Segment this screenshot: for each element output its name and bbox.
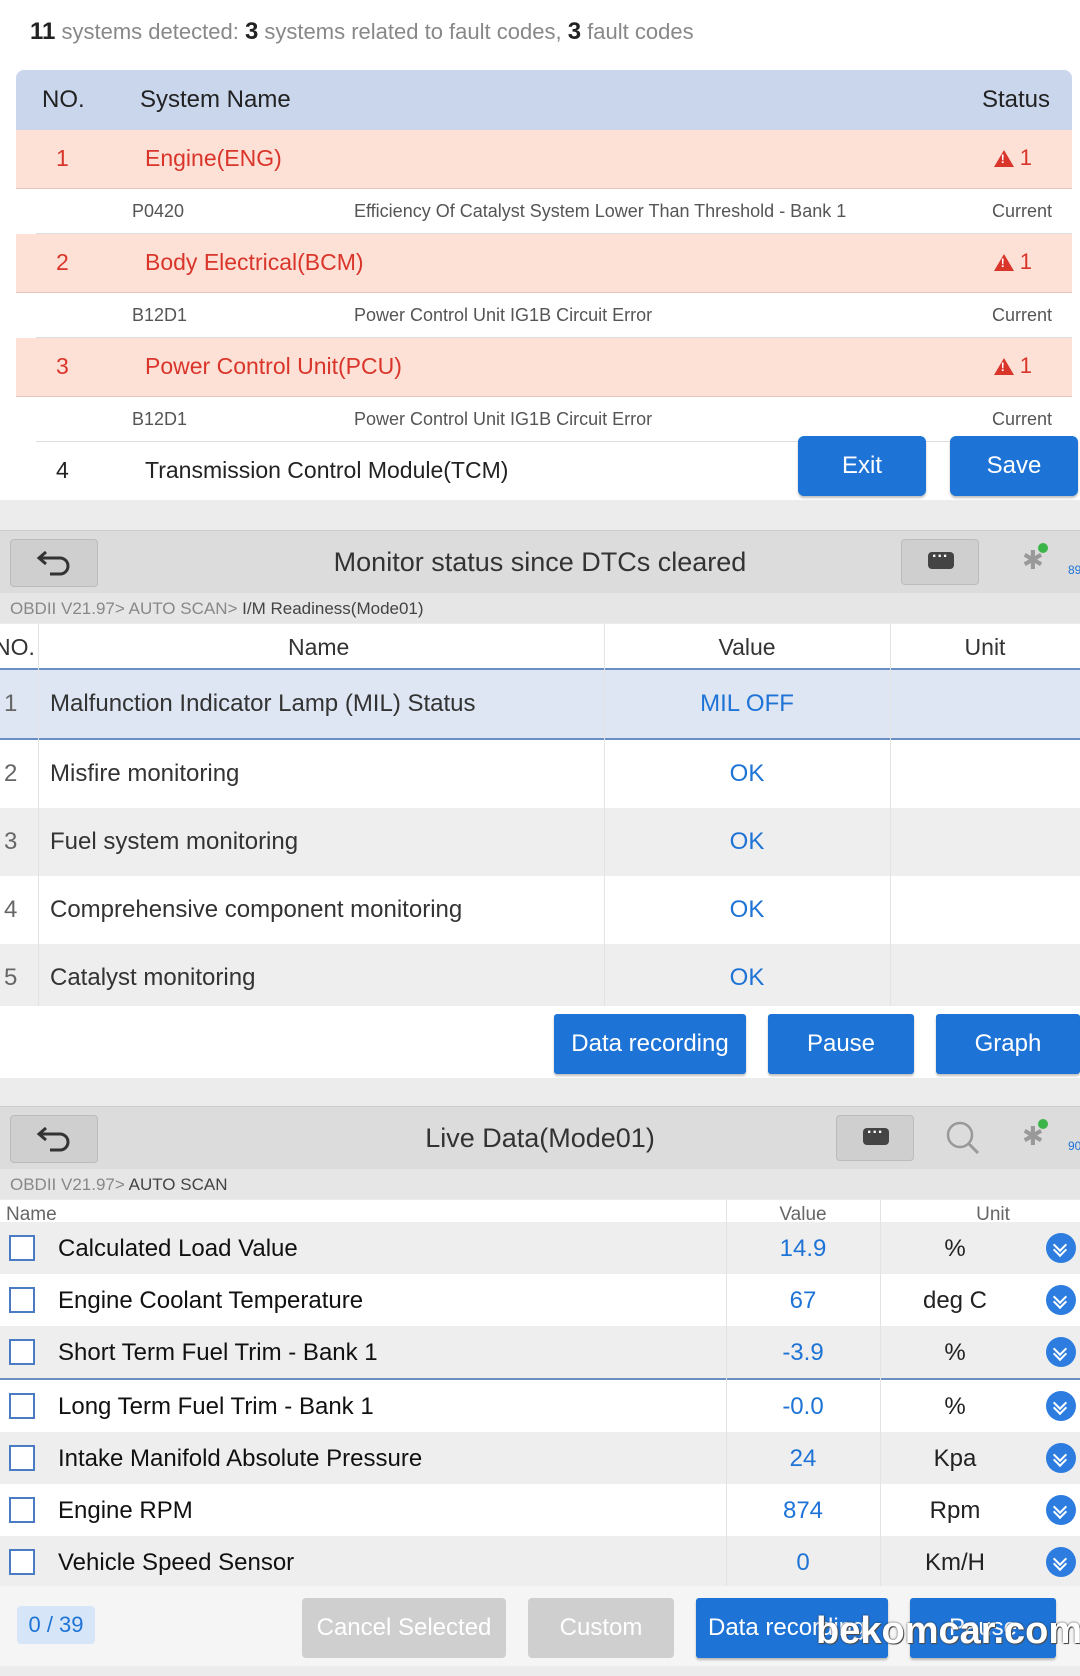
fault-description: Power Control Unit IG1B Circuit Error	[354, 409, 653, 429]
list-item[interactable]: Short Term Fuel Trim - Bank 1 -3.9%	[0, 1326, 1080, 1380]
system-row[interactable]: 1 Engine(ENG) 1	[16, 130, 1072, 189]
exit-button[interactable]: Exit	[798, 436, 926, 496]
row-checkbox[interactable]	[9, 1287, 35, 1313]
list-item[interactable]: Intake Manifold Absolute Pressure 24 Kpa	[0, 1432, 1080, 1484]
status-badge: 1	[993, 353, 1032, 379]
list-item[interactable]: Engine RPM 874 Rpm	[0, 1484, 1080, 1536]
monitor-action-bar: Data recording Pause Graph	[0, 1006, 1080, 1078]
table-row[interactable]: 3 Fuel system monitoring OK	[0, 808, 1080, 876]
scan-summary: 11 systems detected: 3 systems related t…	[30, 18, 694, 45]
system-name: Power Control Unit(PCU)	[145, 353, 402, 379]
system-scan-panel: 11 systems detected: 3 systems related t…	[0, 0, 1080, 500]
fault-state: Current	[991, 409, 1052, 429]
status-badge: 1	[993, 145, 1032, 171]
table-row[interactable]: 1 Malfunction Indicator Lamp (MIL) Status…	[0, 670, 1080, 740]
expand-chevron-icon[interactable]	[1046, 1391, 1076, 1421]
expand-chevron-icon[interactable]	[1046, 1337, 1076, 1367]
row-value: 0	[796, 1549, 810, 1576]
page-title: Live Data(Mode01)	[425, 1123, 655, 1153]
fault-code-row[interactable]: P0420 Efficiency Of Catalyst System Lowe…	[36, 189, 1072, 234]
header-status: Status	[981, 86, 1050, 113]
battery-level: 89	[1068, 563, 1080, 577]
row-value: OK	[729, 760, 765, 787]
graph-button[interactable]: Graph	[936, 1014, 1080, 1074]
list-item[interactable]: Calculated Load Value 14.9%	[0, 1222, 1080, 1274]
monitor-table-header: NO. Name Value Unit	[0, 624, 1080, 670]
save-button[interactable]: Save	[950, 436, 1078, 496]
message-button[interactable]	[901, 539, 979, 585]
row-checkbox[interactable]	[9, 1549, 35, 1575]
row-checkbox[interactable]	[9, 1497, 35, 1523]
system-row[interactable]: 2 Body Electrical(BCM) 1	[16, 234, 1072, 293]
header-no: NO.	[42, 86, 85, 113]
row-checkbox[interactable]	[9, 1445, 35, 1471]
system-name: Body Electrical(BCM)	[145, 249, 364, 275]
table-row[interactable]: 2 Misfire monitoring OK	[0, 740, 1080, 808]
fault-description: Power Control Unit IG1B Circuit Error	[354, 305, 653, 325]
row-value: OK	[729, 964, 765, 991]
selection-counter: 0 / 39	[17, 1606, 95, 1644]
expand-chevron-icon[interactable]	[1046, 1495, 1076, 1525]
system-row[interactable]: 3 Power Control Unit(PCU) 1	[16, 338, 1072, 397]
watermark: bekomcar.com	[816, 1610, 1080, 1652]
table-row[interactable]: 4 Comprehensive component monitoring OK	[0, 876, 1080, 944]
cancel-selected-button[interactable]: Cancel Selected	[302, 1598, 506, 1658]
list-item[interactable]: Long Term Fuel Trim - Bank 1 -0.0%	[0, 1380, 1080, 1434]
row-checkbox[interactable]	[9, 1393, 35, 1419]
systems-table-header: NO. System Name Status	[16, 70, 1072, 130]
header-system-name: System Name	[140, 86, 291, 113]
live-data-header-bar: Live Data(Mode01) ✱ 90	[0, 1106, 1080, 1170]
fault-code: P0420	[132, 201, 185, 221]
search-icon[interactable]	[944, 1119, 982, 1157]
warning-icon	[993, 253, 1014, 271]
chat-icon	[863, 1120, 889, 1145]
expand-chevron-icon[interactable]	[1046, 1285, 1076, 1315]
fault-code: B12D1	[132, 409, 188, 429]
warning-icon	[993, 149, 1014, 167]
status-badge: 1	[993, 249, 1032, 275]
system-name: Engine(ENG)	[145, 145, 282, 171]
row-value: 14.9	[779, 1235, 827, 1262]
table-row[interactable]: 5 Catalyst monitoring OK	[0, 944, 1080, 1012]
battery-level: 90	[1068, 1139, 1080, 1153]
custom-button[interactable]: Custom	[528, 1598, 674, 1658]
list-item[interactable]: Engine Coolant Temperature 67 deg C	[0, 1274, 1080, 1326]
row-value: MIL OFF	[700, 690, 794, 717]
expand-chevron-icon[interactable]	[1046, 1443, 1076, 1473]
row-value: 874	[782, 1497, 824, 1524]
chat-icon	[928, 544, 954, 569]
breadcrumb: OBDII V21.97> AUTO SCAN> I/M Readiness(M…	[0, 593, 1080, 623]
list-item[interactable]: Vehicle Speed Sensor 0 Km/H	[0, 1536, 1080, 1588]
row-value: OK	[729, 828, 765, 855]
row-value: 24	[789, 1445, 817, 1472]
row-checkbox[interactable]	[9, 1339, 35, 1365]
expand-chevron-icon[interactable]	[1046, 1233, 1076, 1263]
warning-icon	[993, 357, 1014, 375]
system-name: Transmission Control Module(TCM)	[145, 457, 509, 483]
pause-button[interactable]: Pause	[768, 1014, 914, 1074]
monitor-header-bar: Monitor status since DTCs cleared ✱ 89	[0, 530, 1080, 594]
row-value: 67	[789, 1287, 817, 1314]
row-value: OK	[729, 896, 765, 923]
data-recording-button[interactable]: Data recording	[554, 1014, 746, 1074]
row-checkbox[interactable]	[9, 1235, 35, 1261]
fault-code-row[interactable]: B12D1 Power Control Unit IG1B Circuit Er…	[36, 293, 1072, 338]
fault-code: B12D1	[132, 305, 188, 325]
fault-state: Current	[991, 201, 1052, 221]
message-button[interactable]	[836, 1115, 914, 1161]
expand-chevron-icon[interactable]	[1046, 1547, 1076, 1577]
fault-description: Efficiency Of Catalyst System Lower Than…	[354, 201, 847, 221]
row-value: -0.0	[782, 1393, 824, 1420]
breadcrumb: OBDII V21.97> AUTO SCAN	[0, 1169, 1080, 1199]
row-value: -3.9	[782, 1339, 824, 1366]
fault-state: Current	[991, 305, 1052, 325]
